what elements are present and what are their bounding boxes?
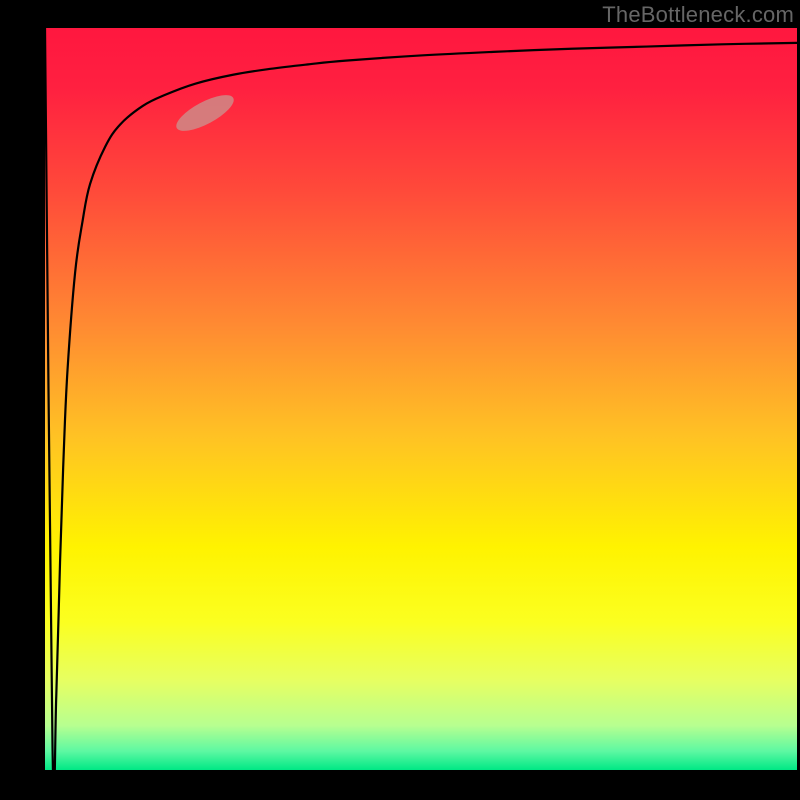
frame-left: [0, 0, 45, 800]
gradient-background: [45, 28, 797, 770]
chart-svg: [0, 0, 800, 800]
chart-canvas: TheBottleneck.com: [0, 0, 800, 800]
watermark-text: TheBottleneck.com: [602, 2, 794, 28]
frame-bottom: [0, 770, 800, 800]
